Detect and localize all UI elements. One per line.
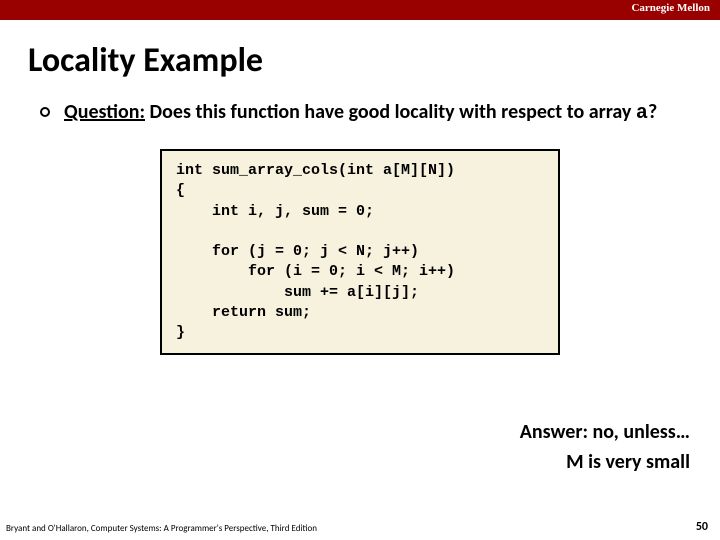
question-body-after: ? <box>648 100 657 124</box>
page-number: 50 <box>696 520 708 534</box>
footer-attribution: Bryant and O'Hallaron, Computer Systems:… <box>6 523 317 534</box>
slide-title: Locality Example <box>28 40 720 81</box>
question-code-var: a <box>636 102 648 125</box>
code-box: int sum_array_cols(int a[M][N]) { int i,… <box>160 149 560 355</box>
question-label: Question: <box>64 100 145 124</box>
header-bar: Carnegie Mellon <box>0 0 720 20</box>
answer-block: Answer: no, unless… M is very small <box>520 420 690 474</box>
bullet-icon <box>40 107 50 117</box>
institution-label: Carnegie Mellon <box>631 2 710 14</box>
answer-line-1: Answer: no, unless… <box>520 420 690 444</box>
footer: Bryant and O'Hallaron, Computer Systems:… <box>0 520 720 534</box>
answer-line-2: M is very small <box>520 450 690 474</box>
question-body-before: Does this function have good locality wi… <box>145 100 636 124</box>
question-row: Question: Does this function have good l… <box>40 99 690 127</box>
question-text: Question: Does this function have good l… <box>64 99 657 127</box>
